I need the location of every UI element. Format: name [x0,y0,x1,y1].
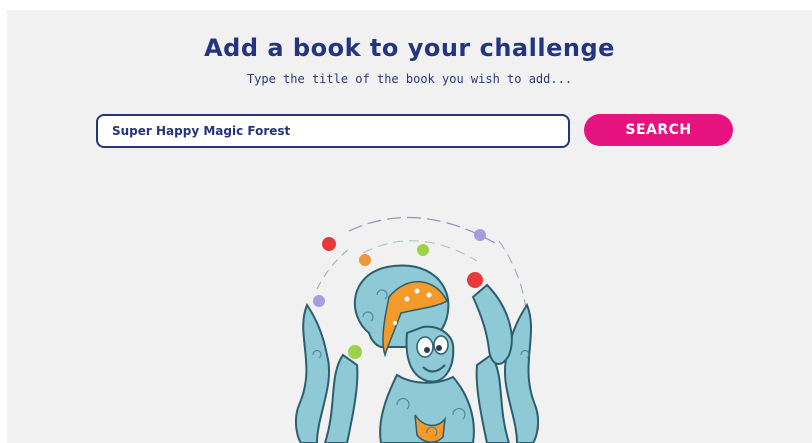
juggling-ball [322,237,336,251]
page-title: Add a book to your challenge [204,34,615,62]
search-button[interactable]: SEARCH [584,114,733,146]
juggling-octopus-illustration [294,217,540,443]
juggling-ball [313,295,325,307]
juggling-ball [474,229,486,241]
challenge-panel: Add a book to your challenge Type the ti… [7,10,812,443]
juggling-ball [417,244,429,256]
page-subtitle: Type the title of the book you wish to a… [246,72,573,86]
juggling-ball [359,254,371,266]
juggling-ball [467,272,483,288]
book-search-input[interactable] [96,114,570,148]
juggling-ball [348,345,362,359]
